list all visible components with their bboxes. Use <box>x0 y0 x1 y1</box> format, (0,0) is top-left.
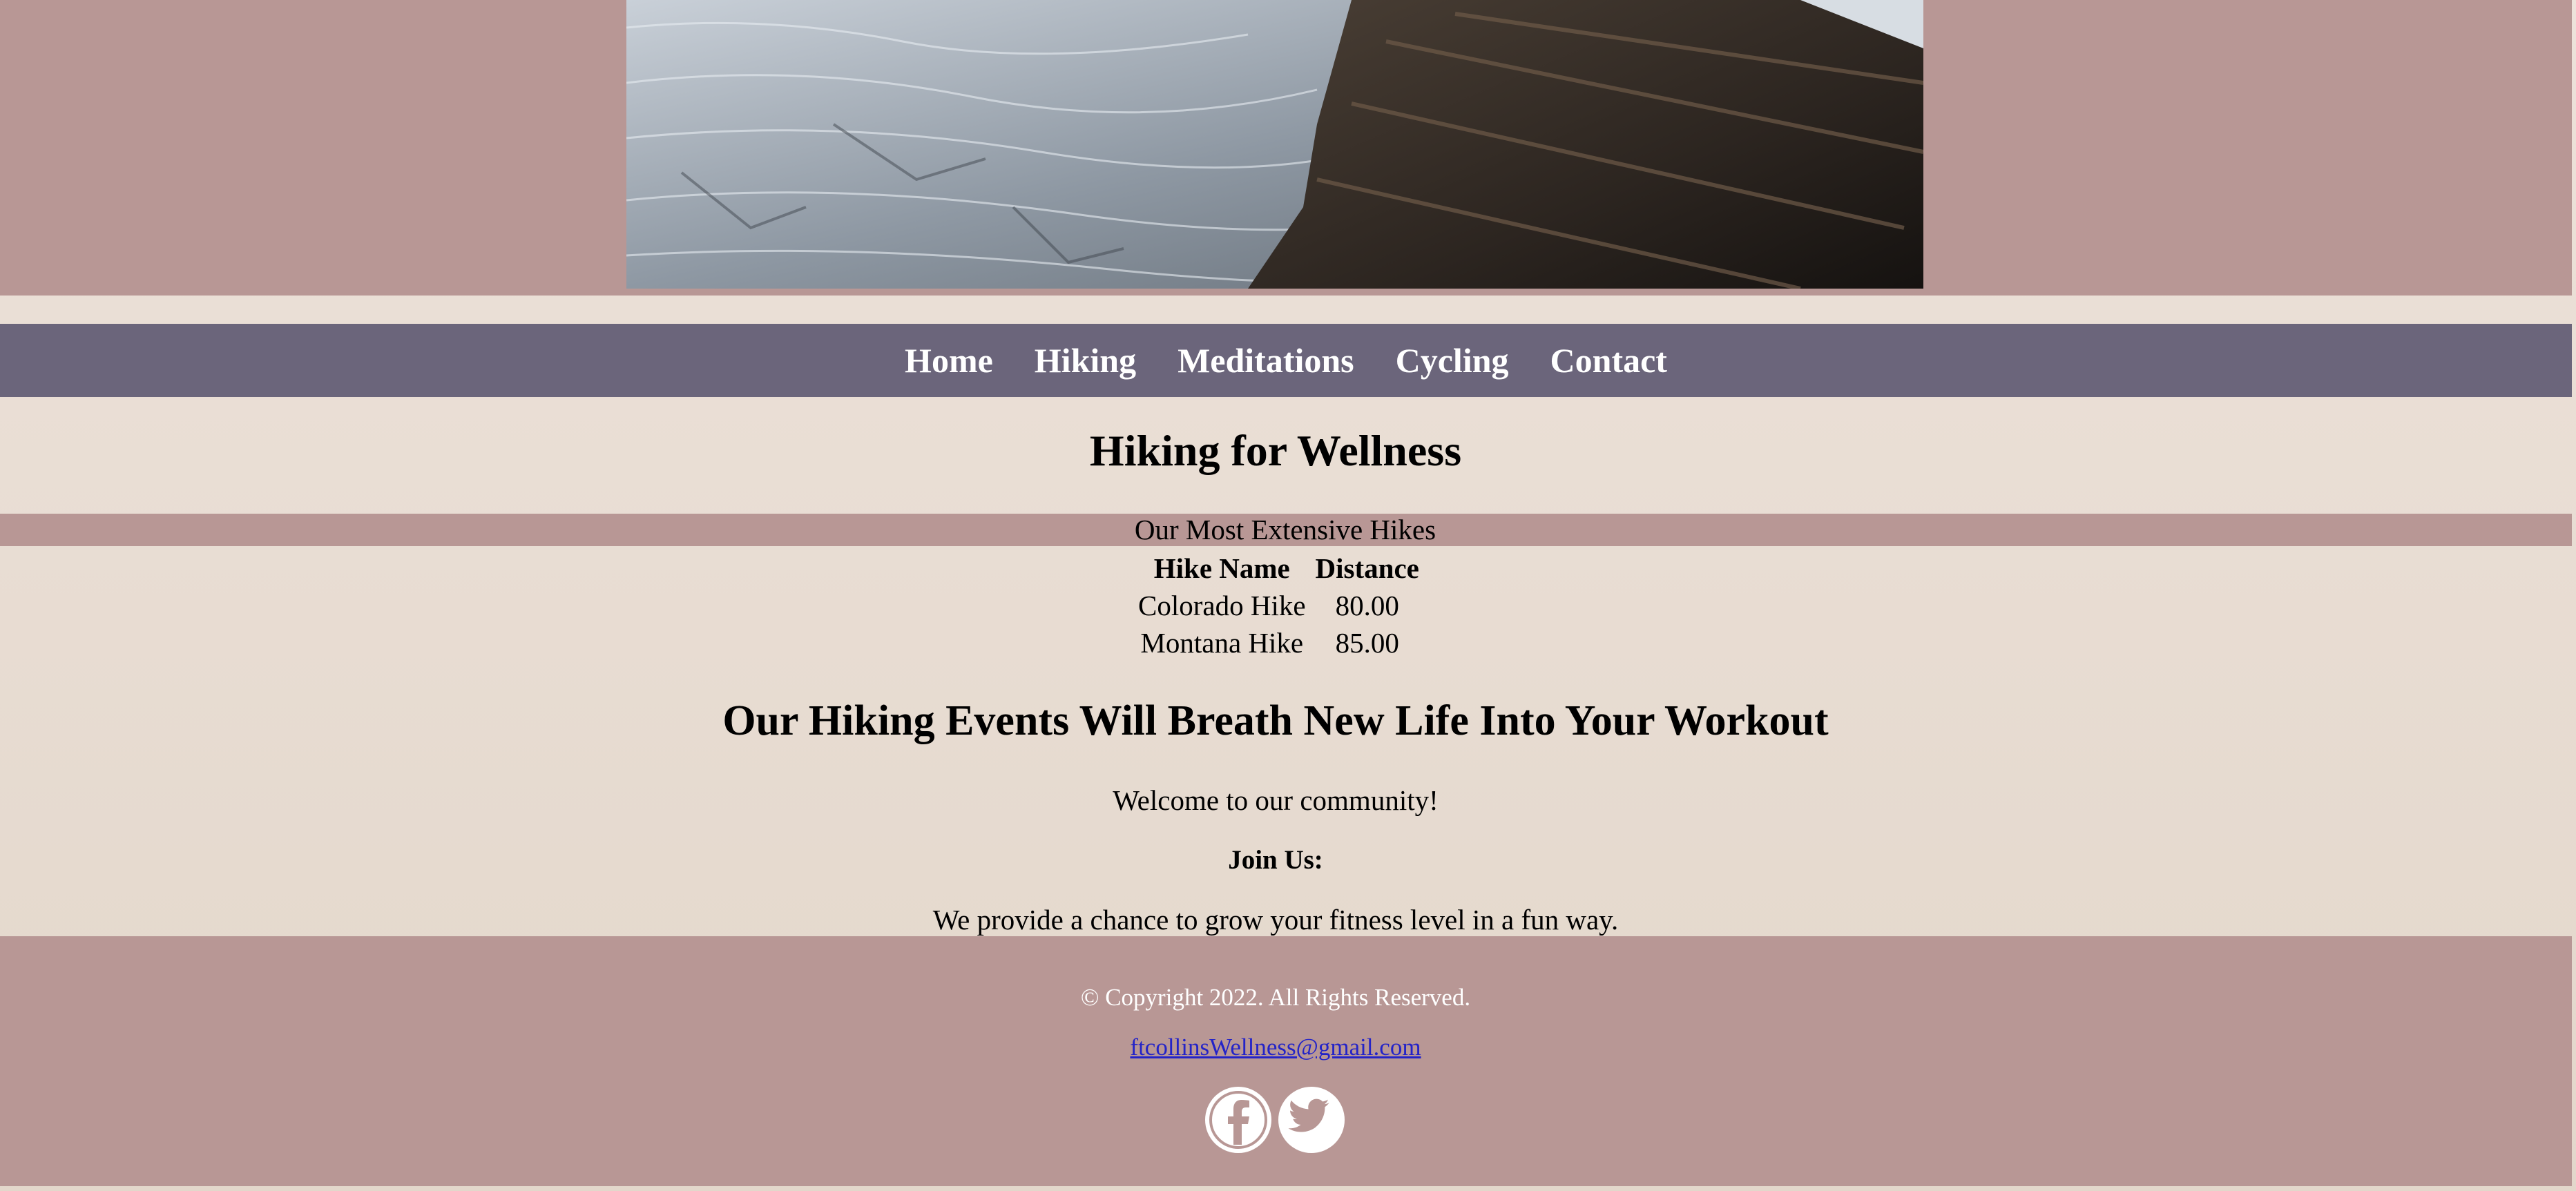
hike-name-cell: Montana Hike <box>1140 627 1304 659</box>
nav-hiking-link[interactable]: Hiking <box>1035 343 1136 378</box>
copyright-text: © Copyright 2022. All Rights Reserved. <box>1080 984 1471 1011</box>
nav-contact-link[interactable]: Contact <box>1550 343 1667 378</box>
column-header-distance: Distance <box>1315 552 1419 584</box>
hero-image <box>626 0 1923 289</box>
hike-name-cell: Colorado Hike <box>1138 590 1306 621</box>
main-nav: Home Hiking Meditations Cycling Contact <box>0 324 2572 397</box>
twitter-icon[interactable] <box>1278 1087 1345 1153</box>
facebook-icon[interactable] <box>1205 1087 1271 1153</box>
social-links <box>1205 1087 1345 1153</box>
page-title: Hiking for Wellness <box>1089 426 1462 475</box>
table-row: Montana Hike 85.00 <box>1135 625 1422 661</box>
join-label: Join Us: <box>1228 845 1323 875</box>
nav-home-link[interactable]: Home <box>905 343 993 378</box>
table-header-row: Hike Name Distance <box>1135 550 1422 586</box>
table-row: Colorado Hike 80.00 <box>1135 588 1422 623</box>
column-header-hike-name: Hike Name <box>1153 552 1290 584</box>
welcome-text: Welcome to our community! <box>1113 784 1439 816</box>
header-banner <box>0 0 2572 296</box>
email-line: ftcollinsWellness@gmail.com <box>0 1034 2551 1061</box>
email-link[interactable]: ftcollinsWellness@gmail.com <box>1130 1034 1421 1061</box>
table-caption-text: Our Most Extensive Hikes <box>1134 514 1436 545</box>
events-heading: Our Hiking Events Will Breath New Life I… <box>722 697 1829 744</box>
nav-cycling-link[interactable]: Cycling <box>1396 343 1509 378</box>
provide-text: We provide a chance to grow your fitness… <box>932 904 1619 936</box>
hikes-table: Hike Name Distance Colorado Hike 80.00 M… <box>1131 549 1426 662</box>
distance-cell: 80.00 <box>1335 590 1399 621</box>
distance-cell: 85.00 <box>1335 627 1399 659</box>
table-caption: Our Most Extensive Hikes <box>0 514 2572 546</box>
nav-meditations-link[interactable]: Meditations <box>1178 343 1354 378</box>
